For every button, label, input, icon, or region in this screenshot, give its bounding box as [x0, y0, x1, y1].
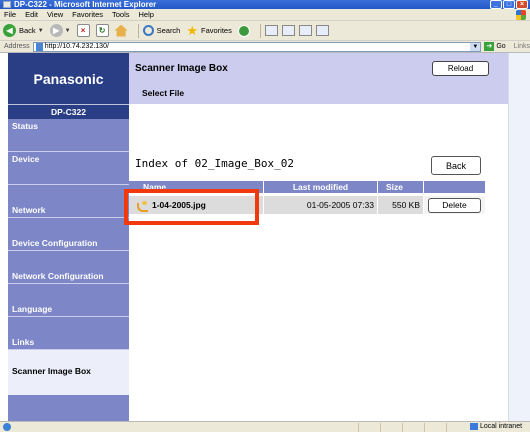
close-button[interactable]: × — [516, 0, 528, 9]
main-panel: Scanner Image Box Select File Reload Ind… — [129, 53, 508, 421]
links-toolbar-label[interactable]: Links — [514, 43, 530, 50]
page-title: Scanner Image Box — [135, 63, 228, 74]
menu-favorites[interactable]: Favorites — [72, 10, 103, 19]
file-size-cell: 550 KB — [378, 196, 423, 214]
favorites-star-icon: ★ — [186, 22, 199, 38]
window-title: DP-C322 - Microsoft Internet Explorer — [14, 0, 157, 9]
status-bar: Local intranet — [0, 421, 530, 432]
back-toolbar-label: Back — [19, 26, 36, 35]
forward-arrow-icon: ▶ — [49, 24, 63, 37]
stop-button[interactable]: × — [76, 24, 90, 37]
search-toolbar-button[interactable]: Search — [142, 25, 181, 36]
mail-icon[interactable] — [264, 25, 278, 36]
history-icon — [237, 24, 250, 37]
sidebar: Panasonic DP-C322 Status Device Network … — [8, 53, 129, 421]
file-action-cell: Delete — [424, 196, 485, 214]
page-content: Panasonic DP-C322 Status Device Network … — [0, 53, 530, 421]
nav-item-links[interactable]: Links — [8, 317, 129, 349]
vertical-scrollbar[interactable] — [508, 53, 530, 421]
menu-tools[interactable]: Tools — [112, 10, 130, 19]
menu-bar: File Edit View Favorites Tools Help — [0, 9, 530, 21]
address-input[interactable]: http://10.74.232.130/ ▼ — [32, 41, 482, 52]
maximize-button[interactable]: □ — [503, 0, 515, 9]
status-cell — [402, 423, 424, 432]
back-arrow-icon: ◀ — [3, 24, 16, 37]
column-header-size[interactable]: Size — [378, 181, 423, 193]
nav-item-scanner-image-box[interactable]: Scanner Image Box — [8, 350, 129, 395]
highlight-box — [124, 189, 259, 225]
security-zone: Local intranet — [470, 423, 522, 430]
page-subtitle: Select File — [142, 88, 185, 98]
status-cells — [358, 423, 468, 432]
back-dropdown-icon[interactable]: ▼ — [38, 28, 44, 34]
menu-file[interactable]: File — [4, 10, 16, 19]
index-heading: Index of 02_Image_Box_02 — [135, 157, 294, 170]
nav-item-device-configuration[interactable]: Device Configuration — [8, 218, 129, 250]
search-icon — [142, 25, 154, 36]
reload-button[interactable]: Reload — [432, 61, 489, 76]
window-controls: _ □ × — [490, 0, 528, 9]
menu-edit[interactable]: Edit — [25, 10, 38, 19]
panasonic-logo: Panasonic — [8, 53, 129, 104]
go-arrow-icon: ➔ — [484, 42, 495, 51]
page-header: Scanner Image Box Select File Reload — [129, 53, 508, 104]
window-title-bar: DP-C322 - Microsoft Internet Explorer _ … — [0, 0, 530, 9]
model-badge: DP-C322 — [8, 104, 129, 119]
nav-item-language[interactable]: Language — [8, 284, 129, 316]
refresh-button[interactable]: ↻ — [95, 24, 109, 37]
home-button[interactable] — [114, 24, 128, 37]
back-toolbar-button[interactable]: ◀ Back ▼ — [3, 24, 44, 37]
column-header-action — [424, 181, 485, 193]
nav-item-device[interactable]: Device — [8, 152, 129, 184]
delete-button[interactable]: Delete — [428, 197, 481, 213]
menu-help[interactable]: Help — [139, 10, 154, 19]
stop-icon: × — [76, 24, 90, 37]
status-cell — [446, 423, 468, 432]
forward-dropdown-icon[interactable]: ▼ — [65, 28, 71, 34]
forward-toolbar-button[interactable]: ▶ ▼ — [49, 24, 71, 37]
status-cell — [380, 423, 402, 432]
toolbar-divider-2 — [259, 23, 261, 38]
history-button[interactable] — [237, 24, 250, 37]
status-cell — [424, 423, 446, 432]
go-label: Go — [496, 43, 506, 50]
print-icon[interactable] — [281, 25, 295, 36]
zone-label: Local intranet — [480, 423, 523, 430]
intranet-zone-icon — [470, 423, 478, 430]
nav-item-network[interactable]: Network — [8, 185, 129, 217]
column-header-last-modified[interactable]: Last modified — [264, 181, 377, 193]
search-toolbar-label: Search — [156, 26, 181, 35]
favorites-toolbar-label: Favorites — [201, 26, 232, 35]
refresh-icon: ↻ — [95, 24, 109, 37]
address-dropdown-icon[interactable]: ▼ — [470, 42, 481, 51]
page-icon — [35, 42, 43, 51]
edit-icon[interactable] — [298, 25, 312, 36]
menu-view[interactable]: View — [47, 10, 63, 19]
nav-item-status[interactable]: Status — [8, 119, 129, 151]
file-modified-cell: 01-05-2005 07:33 — [264, 196, 377, 214]
toolbar-divider — [137, 23, 139, 38]
home-icon — [114, 24, 128, 37]
status-cell — [358, 423, 380, 432]
nav-item-spacer — [8, 395, 129, 421]
favorites-toolbar-button[interactable]: ★ Favorites — [186, 22, 232, 38]
address-label: Address — [4, 43, 30, 50]
go-button[interactable]: ➔ Go — [484, 42, 506, 51]
ie-app-icon — [3, 1, 11, 8]
address-url: http://10.74.232.130/ — [44, 43, 109, 50]
toolbar: ◀ Back ▼ ▶ ▼ × ↻ Search ★ Favorites — [0, 21, 530, 41]
back-button[interactable]: Back — [431, 156, 481, 175]
nav-item-network-configuration[interactable]: Network Configuration — [8, 251, 129, 283]
minimize-button[interactable]: _ — [490, 0, 502, 9]
messenger-icon[interactable] — [315, 25, 329, 36]
done-icon — [3, 423, 11, 431]
windows-flag-icon — [516, 10, 526, 20]
address-bar: Address http://10.74.232.130/ ▼ ➔ Go Lin… — [0, 41, 530, 53]
